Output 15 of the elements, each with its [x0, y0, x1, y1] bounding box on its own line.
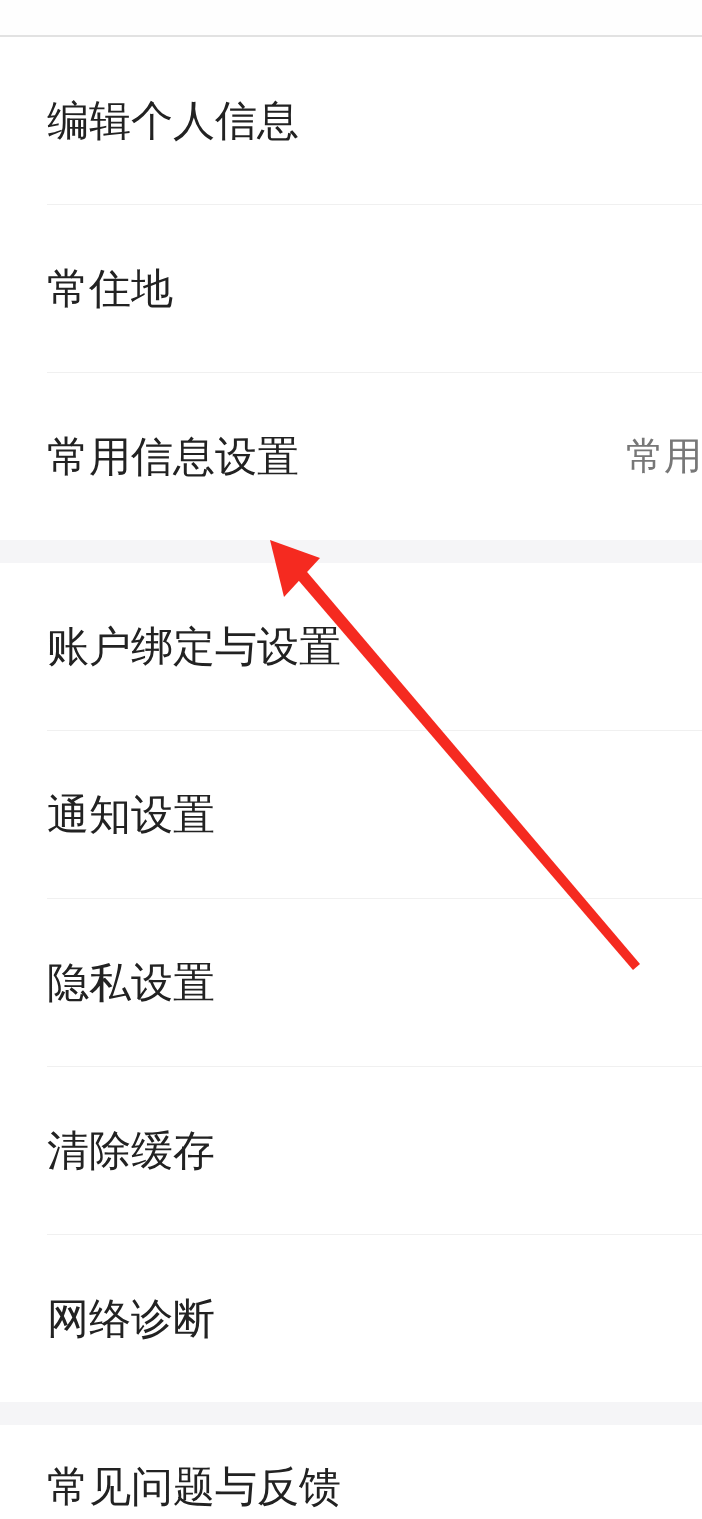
settings-item[interactable]: 常住地	[47, 204, 702, 372]
settings-item[interactable]: 清除缓存	[47, 1066, 702, 1234]
item-value: 常用	[626, 433, 702, 480]
item-label: 账户绑定与设置	[47, 620, 341, 673]
item-label: 清除缓存	[47, 1124, 215, 1177]
item-label: 编辑个人信息	[47, 94, 299, 147]
settings-item[interactable]: 编辑个人信息	[47, 37, 702, 204]
item-label: 网络诊断	[47, 1292, 215, 1345]
item-label: 通知设置	[47, 788, 215, 841]
item-label: 常见问题与反馈	[47, 1461, 341, 1513]
settings-item[interactable]: 账户绑定与设置	[47, 563, 702, 730]
settings-item[interactable]: 常见问题与反馈	[47, 1425, 702, 1515]
item-label: 常用信息设置	[47, 430, 299, 483]
item-label: 常住地	[47, 262, 173, 315]
item-label: 隐私设置	[47, 956, 215, 1009]
